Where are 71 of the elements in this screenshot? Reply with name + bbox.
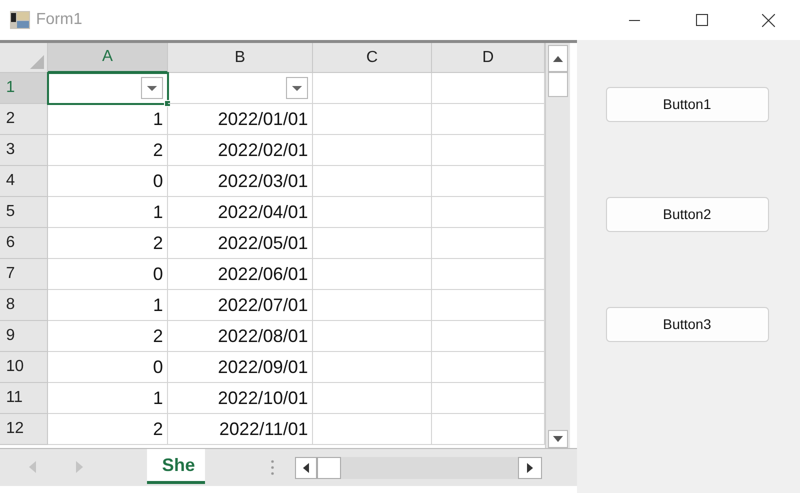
table-cell: 0 bbox=[48, 166, 168, 197]
scroll-right-button[interactable] bbox=[518, 457, 542, 479]
close-icon bbox=[762, 14, 774, 26]
row-header[interactable]: 12 bbox=[0, 414, 48, 445]
next-sheet-icon[interactable] bbox=[76, 461, 83, 473]
table-cell: 2022/03/01 bbox=[168, 166, 313, 197]
table-cell[interactable] bbox=[313, 73, 432, 104]
table-cell: 2022/09/01 bbox=[168, 352, 313, 383]
column-header[interactable]: C bbox=[313, 43, 432, 73]
row-header[interactable]: 4 bbox=[0, 166, 48, 197]
table-cell[interactable] bbox=[168, 73, 313, 104]
select-all-corner[interactable] bbox=[0, 43, 48, 73]
row-header[interactable]: 7 bbox=[0, 259, 48, 290]
table-cell: 1 bbox=[48, 104, 168, 135]
scroll-up-button[interactable] bbox=[548, 45, 568, 72]
form-button[interactable]: Button2 bbox=[606, 197, 768, 232]
table-cell: 2022/08/01 bbox=[168, 321, 313, 352]
down-arrow-icon bbox=[553, 436, 563, 442]
row-header[interactable]: 11 bbox=[0, 383, 48, 414]
row-header[interactable]: 8 bbox=[0, 290, 48, 321]
table-cell: 2 bbox=[48, 321, 168, 352]
scroll-left-button[interactable] bbox=[295, 457, 317, 479]
table-cell: 1 bbox=[48, 290, 168, 321]
table-cell: 2 bbox=[48, 414, 168, 445]
form-button[interactable]: Button3 bbox=[606, 307, 768, 342]
table-cell: 2022/07/01 bbox=[168, 290, 313, 321]
table-cell: 1 bbox=[48, 197, 168, 228]
triangle-icon bbox=[30, 55, 44, 69]
row-header[interactable]: 2 bbox=[0, 104, 48, 135]
row-header[interactable]: 3 bbox=[0, 135, 48, 166]
table-cell: 2022/10/01 bbox=[168, 383, 313, 414]
table-cell: 2 bbox=[48, 228, 168, 259]
row-header[interactable]: 1 bbox=[0, 73, 48, 104]
horizontal-scrollbar[interactable] bbox=[295, 457, 542, 479]
more-options-icon[interactable] bbox=[271, 460, 274, 475]
app-icon bbox=[10, 11, 30, 29]
scroll-thumb[interactable] bbox=[317, 457, 341, 479]
column-header[interactable]: D bbox=[432, 43, 545, 73]
previous-sheet-icon[interactable] bbox=[29, 461, 36, 473]
sheet-tab[interactable]: She bbox=[147, 449, 205, 484]
filter-dropdown-button[interactable] bbox=[286, 77, 308, 99]
window-title: Form1 bbox=[36, 10, 82, 30]
table-cell: 2022/05/01 bbox=[168, 228, 313, 259]
left-arrow-icon bbox=[303, 463, 309, 473]
table-cell: 2022/02/01 bbox=[168, 135, 313, 166]
fill-handle[interactable] bbox=[164, 100, 171, 107]
row-header[interactable]: 6 bbox=[0, 228, 48, 259]
column-header[interactable]: B bbox=[168, 43, 313, 73]
row-header[interactable]: 5 bbox=[0, 197, 48, 228]
table-cell: 0 bbox=[48, 259, 168, 290]
row-header[interactable]: 10 bbox=[0, 352, 48, 383]
table-cell: 2 bbox=[48, 135, 168, 166]
table-cell[interactable] bbox=[48, 73, 168, 104]
form-button[interactable]: Button1 bbox=[606, 87, 768, 122]
vertical-scrollbar[interactable] bbox=[545, 43, 570, 448]
table-cell: 1 bbox=[48, 383, 168, 414]
scroll-down-button[interactable] bbox=[548, 430, 568, 448]
filter-dropdown-button[interactable] bbox=[141, 77, 163, 99]
scroll-thumb[interactable] bbox=[548, 72, 568, 97]
right-arrow-icon bbox=[527, 463, 533, 473]
table-cell: 2022/01/01 bbox=[168, 104, 313, 135]
row-header[interactable]: 9 bbox=[0, 321, 48, 352]
caret-icon bbox=[292, 86, 302, 90]
table-cell: 2022/04/01 bbox=[168, 197, 313, 228]
maximize-icon bbox=[696, 14, 708, 26]
table-cell: 2022/06/01 bbox=[168, 259, 313, 290]
caret-icon bbox=[147, 86, 157, 90]
table-cell: 2022/11/01 bbox=[168, 414, 313, 445]
up-arrow-icon bbox=[553, 56, 563, 62]
column-header[interactable]: A bbox=[48, 43, 168, 73]
table-cell: 0 bbox=[48, 352, 168, 383]
